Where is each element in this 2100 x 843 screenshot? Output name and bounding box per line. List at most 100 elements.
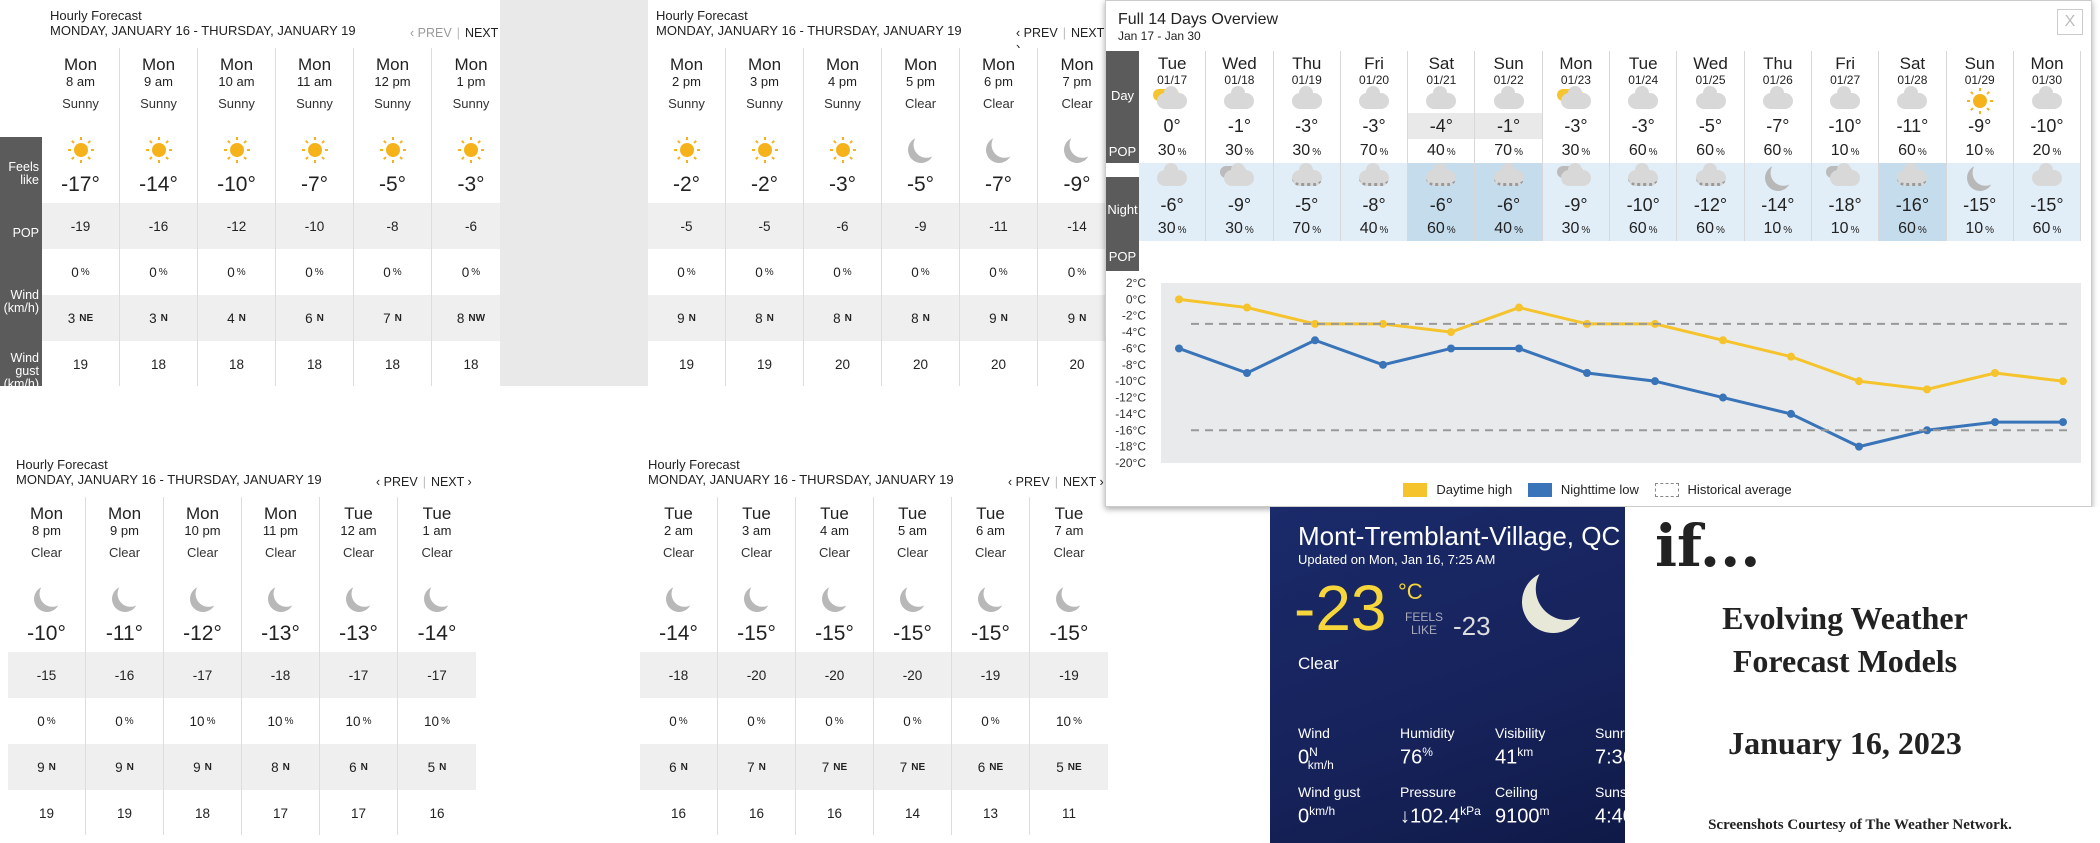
hour-condition: Clear: [982, 96, 1015, 111]
chart-legend: Daytime high Nighttime low Historical av…: [1106, 482, 2091, 500]
y-tick-label: 0°C: [1126, 292, 1146, 306]
hour-wind: 5N: [398, 744, 476, 790]
overview-day-temp: -11°: [1896, 116, 1929, 136]
nighttime-low-point[interactable]: [1175, 344, 1183, 353]
wind-speed: 9: [193, 759, 201, 775]
overview-day-temp: -10°: [1828, 116, 1862, 136]
nighttime-low-point[interactable]: [1787, 409, 1795, 418]
nighttime-low-point[interactable]: [1311, 336, 1319, 345]
prev-button[interactable]: ‹ PREV: [1008, 475, 1050, 489]
hour-header: Mon 4 pm Sunny: [804, 48, 881, 130]
hour-pop: 0%: [648, 249, 725, 295]
overview-night-pop: 60%: [1677, 217, 1744, 241]
hour-wind-gust: 16: [398, 790, 476, 835]
overview-night-temp: -15°: [1946, 193, 2013, 217]
wind-direction: NE: [79, 312, 94, 324]
daytime-high-point[interactable]: [1787, 352, 1795, 361]
cloud-icon: [1157, 163, 1188, 186]
panel-date-range: MONDAY, JANUARY 16 - THURSDAY, JANUARY 1…: [50, 23, 356, 38]
daytime-high-point[interactable]: [1447, 328, 1455, 337]
hour-column: Tue 6 am Clear -15° -19 0% 6 NE 13: [952, 497, 1030, 835]
hour-day: Mon: [903, 55, 938, 74]
cloud-icon: [1830, 86, 1861, 109]
current-temp: -23: [1294, 572, 1387, 644]
daytime-high-point[interactable]: [1991, 369, 1999, 377]
percent-sign: %: [834, 715, 844, 727]
hour-wind: 6N: [320, 744, 397, 790]
close-button[interactable]: X: [2057, 9, 2083, 35]
hour-feels-like: -14: [1038, 203, 1108, 249]
prev-button[interactable]: ‹ PREV: [410, 26, 452, 40]
percent-sign: %: [2052, 147, 2062, 158]
overview-night-pop: 10%: [1946, 217, 2013, 241]
current-condition: Clear: [1298, 654, 1339, 673]
hour-time: 1 pm: [456, 74, 486, 89]
wind-direction: N: [922, 312, 930, 324]
hour-time: 9 pm: [110, 523, 139, 538]
daytime-high-point[interactable]: [1175, 295, 1183, 304]
daytime-high-point[interactable]: [1243, 303, 1251, 312]
overview-day-temp: 0°: [1163, 116, 1181, 136]
nighttime-low-point[interactable]: [1243, 369, 1251, 377]
hour-condition: Sunny: [824, 96, 861, 111]
overview-day-temp: -5°: [1698, 116, 1723, 136]
stat-unit: km/h: [1309, 804, 1336, 818]
hour-pop: 0%: [86, 698, 163, 744]
y-tick-label: -2°C: [1122, 309, 1146, 323]
hour-temp: -7°: [960, 170, 1037, 203]
daytime-high-point[interactable]: [1719, 336, 1727, 345]
title-if: if...: [1655, 512, 1761, 580]
hour-time: 4 am: [820, 523, 849, 538]
wind-direction: N: [160, 312, 168, 324]
hour-condition: Clear: [904, 96, 937, 111]
nighttime-low-point[interactable]: [1719, 393, 1727, 402]
wind-speed: 9: [989, 310, 997, 326]
daytime-high-point[interactable]: [1855, 377, 1863, 386]
label-wind: Wind (km/h): [0, 256, 42, 348]
overview-grid: Tue 01/17 0° 30% -6° 30% Wed 01/18 -1° 30% -9° 30% T…: [1139, 51, 2082, 241]
prev-button[interactable]: ‹ PREV: [1016, 26, 1058, 40]
hour-temp: -15°: [718, 619, 795, 652]
overview-night-temp: -18°: [1811, 193, 1879, 217]
hour-condition: Sunny: [62, 96, 99, 111]
next-button[interactable]: NEXT ›: [431, 475, 472, 489]
daytime-high-point[interactable]: [2059, 377, 2067, 386]
hour-wind-gust: 13: [952, 790, 1029, 835]
daytime-high-point[interactable]: [1923, 385, 1931, 394]
overview-night-icon-cell: [1610, 163, 1677, 193]
hour-icon-cell: [398, 579, 476, 619]
nighttime-low-point[interactable]: [1515, 344, 1523, 353]
stat-subunit: km/h: [1307, 757, 1334, 772]
hour-column: Tue 1 am Clear -14° -17 10% 5 N 16: [398, 497, 476, 835]
pop-value: 0: [755, 264, 763, 280]
percent-sign: %: [1177, 147, 1187, 158]
nighttime-low-point[interactable]: [2059, 418, 2067, 427]
sun-icon-graphic: [1966, 88, 1993, 114]
hour-icon-cell: [640, 579, 717, 619]
hour-feels-like: -17: [320, 652, 397, 698]
hour-feels-like: -11: [960, 203, 1037, 249]
hour-column: Mon 11 pm Clear -13° -18 10% 8 N 17: [242, 497, 320, 835]
nighttime-low-point[interactable]: [1379, 360, 1387, 369]
overview-day-icon-cell: [1206, 86, 1272, 113]
nighttime-low-point[interactable]: [1447, 344, 1455, 353]
overview-day-header: Fri 01/27: [1812, 51, 1878, 89]
daytime-high-point[interactable]: [1515, 303, 1523, 312]
nighttime-low-point[interactable]: [1651, 377, 1659, 386]
moon-icon: [1963, 161, 1996, 194]
hour-wind: 7 NE: [796, 744, 873, 790]
hour-column: Tue 4 am Clear -15° -20 0% 7 NE 16: [796, 497, 874, 835]
night-label: Night: [1106, 177, 1139, 241]
nighttime-low-point[interactable]: [1991, 418, 1999, 427]
prev-button[interactable]: ‹ PREV: [376, 475, 418, 489]
hour-day: Mon: [107, 504, 142, 523]
next-button[interactable]: NEXT ›: [1063, 475, 1104, 489]
hour-pop: 0%: [1038, 249, 1108, 295]
percent-sign: %: [1581, 225, 1591, 236]
hour-day: Tue: [742, 504, 771, 523]
hour-temp: -10°: [8, 619, 85, 652]
nighttime-low-point[interactable]: [1583, 369, 1591, 377]
hour-wind-gust: 19: [648, 341, 725, 386]
percent-sign: %: [46, 715, 56, 727]
nighttime-low-point[interactable]: [1855, 442, 1863, 451]
